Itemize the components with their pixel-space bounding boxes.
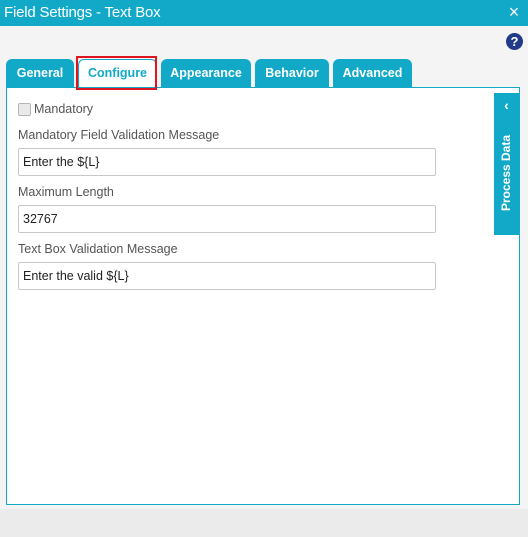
tab-advanced[interactable]: Advanced: [333, 59, 412, 88]
validation-message-input[interactable]: [18, 262, 436, 290]
mandatory-label: Mandatory: [34, 102, 94, 116]
tab-appearance[interactable]: Appearance: [161, 59, 251, 88]
process-data-tab[interactable]: ‹ Process Data: [494, 93, 519, 235]
tab-configure[interactable]: Configure: [78, 59, 157, 88]
tab-behavior[interactable]: Behavior: [255, 59, 329, 88]
max-length-label: Maximum Length: [18, 185, 114, 199]
title-bar: Field Settings - Text Box ×: [0, 0, 528, 26]
process-data-label: Process Data: [499, 134, 513, 212]
close-icon[interactable]: ×: [506, 3, 522, 21]
mandatory-checkbox[interactable]: [18, 103, 31, 116]
window-title: Field Settings - Text Box: [4, 4, 161, 21]
mandatory-message-input[interactable]: [18, 148, 436, 176]
help-icon[interactable]: ?: [506, 33, 523, 50]
validation-message-label: Text Box Validation Message: [18, 242, 178, 256]
chevron-left-icon: ‹: [504, 97, 509, 113]
max-length-input[interactable]: [18, 205, 436, 233]
tab-general[interactable]: General: [6, 59, 74, 88]
mandatory-message-label: Mandatory Field Validation Message: [18, 128, 220, 142]
